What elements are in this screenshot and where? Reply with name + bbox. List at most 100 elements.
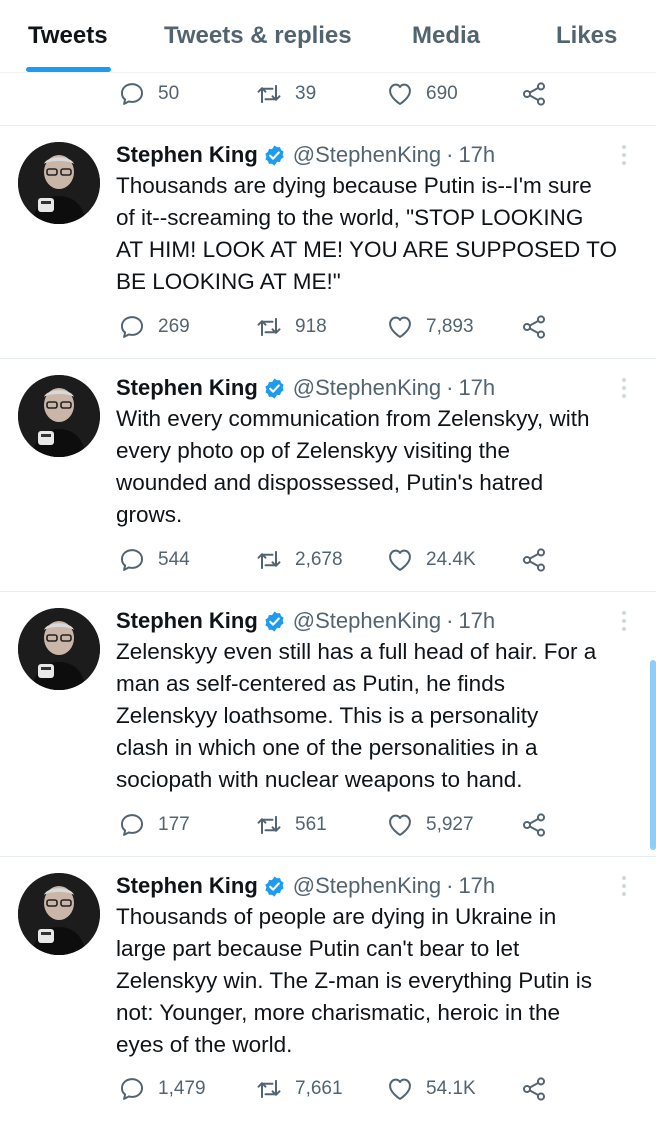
reply-icon (120, 549, 144, 571)
reply-button[interactable]: 50 (118, 74, 179, 114)
author-handle[interactable]: @StephenKing (293, 375, 441, 401)
tweet-text: With every communication from Zelenskyy,… (116, 406, 590, 527)
avatar[interactable] (18, 608, 100, 690)
more-options-button[interactable] (614, 373, 634, 403)
like-count: 54.1K (426, 1078, 476, 1099)
author-name[interactable]: Stephen King (116, 375, 258, 401)
profile-timeline: Tweets Tweets & replies Media Likes 50 3… (0, 0, 656, 1127)
tweet[interactable]: Stephen King @StephenKing · 17h With eve… (0, 359, 656, 591)
retweet-button[interactable]: 39 (255, 74, 316, 114)
tweet-actions: 50 39 690 (0, 74, 656, 114)
like-count: 5,927 (426, 814, 474, 835)
share-button[interactable] (520, 307, 548, 347)
share-icon (522, 1077, 546, 1101)
like-button[interactable]: 690 (386, 74, 458, 114)
retweet-button[interactable]: 918 (255, 307, 327, 347)
retweet-button[interactable]: 2,678 (255, 540, 343, 580)
tab-likes[interactable]: Likes (556, 22, 617, 50)
tweet[interactable]: Stephen King @StephenKing · 17h Zelensky… (0, 592, 656, 856)
tweet-actions: 1,479 7,661 54.1K (0, 1069, 656, 1109)
author-handle[interactable]: @StephenKing (293, 608, 441, 634)
share-icon (522, 82, 546, 106)
reply-icon (120, 83, 144, 105)
reply-button[interactable]: 269 (118, 307, 190, 347)
tab-tweets[interactable]: Tweets (28, 22, 108, 50)
share-icon (522, 548, 546, 572)
reply-count: 544 (158, 549, 190, 570)
retweet-count: 39 (295, 83, 317, 104)
tweet-time[interactable]: 17h (458, 375, 495, 401)
reply-count: 177 (158, 814, 190, 835)
tweet-header: Stephen King @StephenKing · 17h (116, 606, 495, 636)
reply-count: 1,479 (158, 1078, 206, 1099)
reply-count: 269 (158, 316, 190, 337)
tweet-header: Stephen King @StephenKing · 17h (116, 373, 495, 403)
avatar-image (18, 873, 100, 955)
retweet-count: 7,661 (295, 1078, 343, 1099)
meta-separator: · (446, 375, 454, 400)
tweet[interactable]: Stephen King @StephenKing · 17h Thousand… (0, 126, 656, 358)
like-count: 24.4K (426, 549, 476, 570)
avatar[interactable] (18, 873, 100, 955)
share-icon (522, 813, 546, 837)
retweet-icon (257, 550, 281, 570)
tweet-text: Thousands of people are dying in Ukraine… (116, 904, 593, 1057)
retweet-icon (257, 84, 281, 104)
like-button[interactable]: 5,927 (386, 805, 474, 845)
avatar-image (18, 608, 100, 690)
tweet-actions: 269 918 7,893 (0, 307, 656, 347)
heart-icon (389, 1078, 411, 1100)
reply-button[interactable]: 177 (118, 805, 190, 845)
tweet-actions: 177 561 5,927 (0, 805, 656, 845)
share-button[interactable] (520, 805, 548, 845)
active-tab-indicator (26, 67, 111, 72)
like-button[interactable]: 54.1K (386, 1069, 476, 1109)
heart-icon (389, 549, 411, 571)
tweet-time[interactable]: 17h (458, 608, 495, 634)
tweet-actions: 544 2,678 24.4K (0, 540, 656, 580)
more-vertical-icon (622, 611, 626, 631)
share-button[interactable] (520, 74, 548, 114)
meta-separator: · (446, 608, 454, 633)
avatar[interactable] (18, 142, 100, 224)
tweet-text: Zelenskyy even still has a full head of … (116, 639, 597, 792)
reply-button[interactable]: 1,479 (118, 1069, 206, 1109)
retweet-icon (257, 1079, 281, 1099)
tab-tweets-and-replies[interactable]: Tweets & replies (164, 22, 352, 50)
heart-icon (389, 316, 411, 338)
tweet-text: Thousands are dying because Putin is--I'… (116, 173, 617, 294)
more-options-button[interactable] (614, 140, 634, 170)
tweet-time[interactable]: 17h (458, 142, 495, 168)
like-count: 7,893 (426, 316, 474, 337)
tab-media[interactable]: Media (412, 22, 480, 50)
share-button[interactable] (520, 540, 548, 580)
heart-icon (389, 83, 411, 105)
more-vertical-icon (622, 876, 626, 896)
reply-button[interactable]: 544 (118, 540, 190, 580)
author-handle[interactable]: @StephenKing (293, 873, 441, 899)
author-handle[interactable]: @StephenKing (293, 142, 441, 168)
like-button[interactable]: 7,893 (386, 307, 474, 347)
like-button[interactable]: 24.4K (386, 540, 476, 580)
avatar-image (18, 375, 100, 457)
share-button[interactable] (520, 1069, 548, 1109)
retweet-button[interactable]: 7,661 (255, 1069, 343, 1109)
retweet-icon (257, 317, 281, 337)
meta-separator: · (446, 873, 454, 898)
author-name[interactable]: Stephen King (116, 873, 258, 899)
author-name[interactable]: Stephen King (116, 608, 258, 634)
author-name[interactable]: Stephen King (116, 142, 258, 168)
tweet[interactable]: Stephen King @StephenKing · 17h Thousand… (0, 857, 656, 1127)
avatar[interactable] (18, 375, 100, 457)
reply-icon (120, 1078, 144, 1100)
more-options-button[interactable] (614, 871, 634, 901)
tweet-time[interactable]: 17h (458, 873, 495, 899)
reply-icon (120, 814, 144, 836)
retweet-count: 2,678 (295, 549, 343, 570)
verified-badge-icon (265, 610, 284, 632)
more-vertical-icon (622, 378, 626, 398)
more-vertical-icon (622, 145, 626, 165)
more-options-button[interactable] (614, 606, 634, 636)
retweet-button[interactable]: 561 (255, 805, 327, 845)
scrollbar-thumb[interactable] (650, 660, 656, 850)
